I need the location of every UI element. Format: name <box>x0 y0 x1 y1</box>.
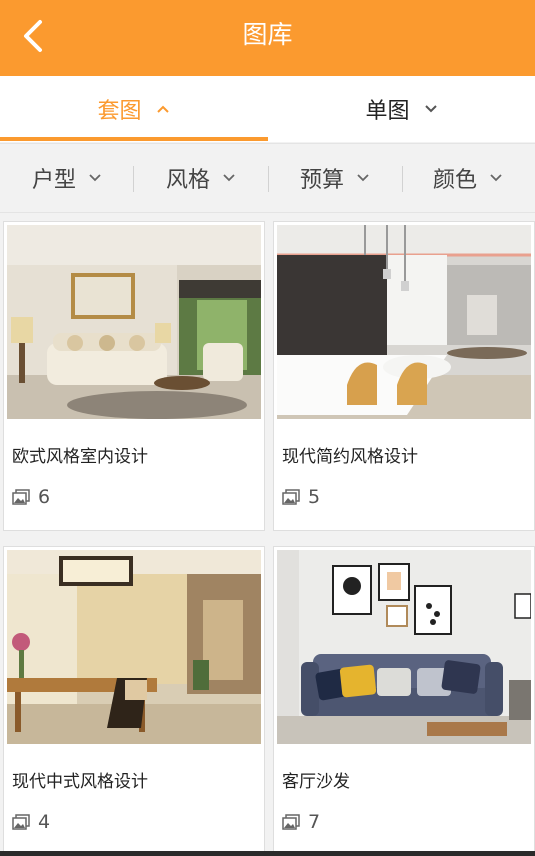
chevron-down-icon <box>357 174 369 182</box>
photo-count-value: 5 <box>308 486 321 508</box>
image-stack-icon <box>12 814 30 830</box>
photo-count: 4 <box>12 811 50 833</box>
photo-count-value: 4 <box>38 811 51 833</box>
filter-label: 颜色 <box>432 168 477 193</box>
filter-label: 预算 <box>299 168 344 193</box>
filter-layout[interactable]: 户型 <box>0 144 134 212</box>
filter-label: 风格 <box>165 168 210 193</box>
filter-budget[interactable]: 预算 <box>268 144 402 212</box>
card-caption: 现代简约风格设计 <box>282 447 418 467</box>
image-stack-icon <box>12 489 30 505</box>
gallery-image <box>277 225 531 419</box>
filter-label: 户型 <box>31 168 76 193</box>
tab-label: 单图 <box>365 99 410 124</box>
filter-bar: 户型 风格 预算 颜色 <box>0 143 535 213</box>
gallery-card[interactable]: 现代简约风格设计 5 <box>273 221 535 531</box>
gallery-card[interactable]: 现代中式风格设计 4 <box>3 546 265 856</box>
tab-label: 套图 <box>97 99 142 124</box>
active-tab-indicator <box>0 137 268 141</box>
image-stack-icon <box>282 814 300 830</box>
gallery-card[interactable]: 客厅沙发 7 <box>273 546 535 856</box>
photo-count: 5 <box>282 486 320 508</box>
chevron-down-icon <box>223 174 235 182</box>
card-caption: 欧式风格室内设计 <box>12 447 148 467</box>
photo-count: 6 <box>12 486 50 508</box>
gallery-image <box>277 550 531 744</box>
gallery-card[interactable]: 欧式风格室内设计 6 <box>3 221 265 531</box>
filter-color[interactable]: 颜色 <box>401 144 535 212</box>
chevron-down-icon <box>490 174 502 182</box>
gallery-image <box>7 550 261 744</box>
gallery-image <box>7 225 261 419</box>
photo-count-value: 7 <box>308 811 321 833</box>
tab-single-photos[interactable]: 单图 <box>268 76 535 142</box>
app-header: 图库 <box>0 0 535 76</box>
image-stack-icon <box>282 489 300 505</box>
tab-photo-sets[interactable]: 套图 <box>0 76 267 142</box>
gallery-tabs: 套图 单图 <box>0 76 535 142</box>
chevron-down-icon <box>89 174 101 182</box>
card-caption: 现代中式风格设计 <box>12 772 148 792</box>
chevron-down-icon <box>424 105 437 113</box>
system-nav-bar <box>0 851 535 856</box>
page-title: 图库 <box>242 20 293 49</box>
photo-count: 7 <box>282 811 320 833</box>
filter-style[interactable]: 风格 <box>134 144 268 212</box>
card-caption: 客厅沙发 <box>282 772 350 792</box>
chevron-up-icon <box>156 105 169 113</box>
photo-count-value: 6 <box>38 486 51 508</box>
